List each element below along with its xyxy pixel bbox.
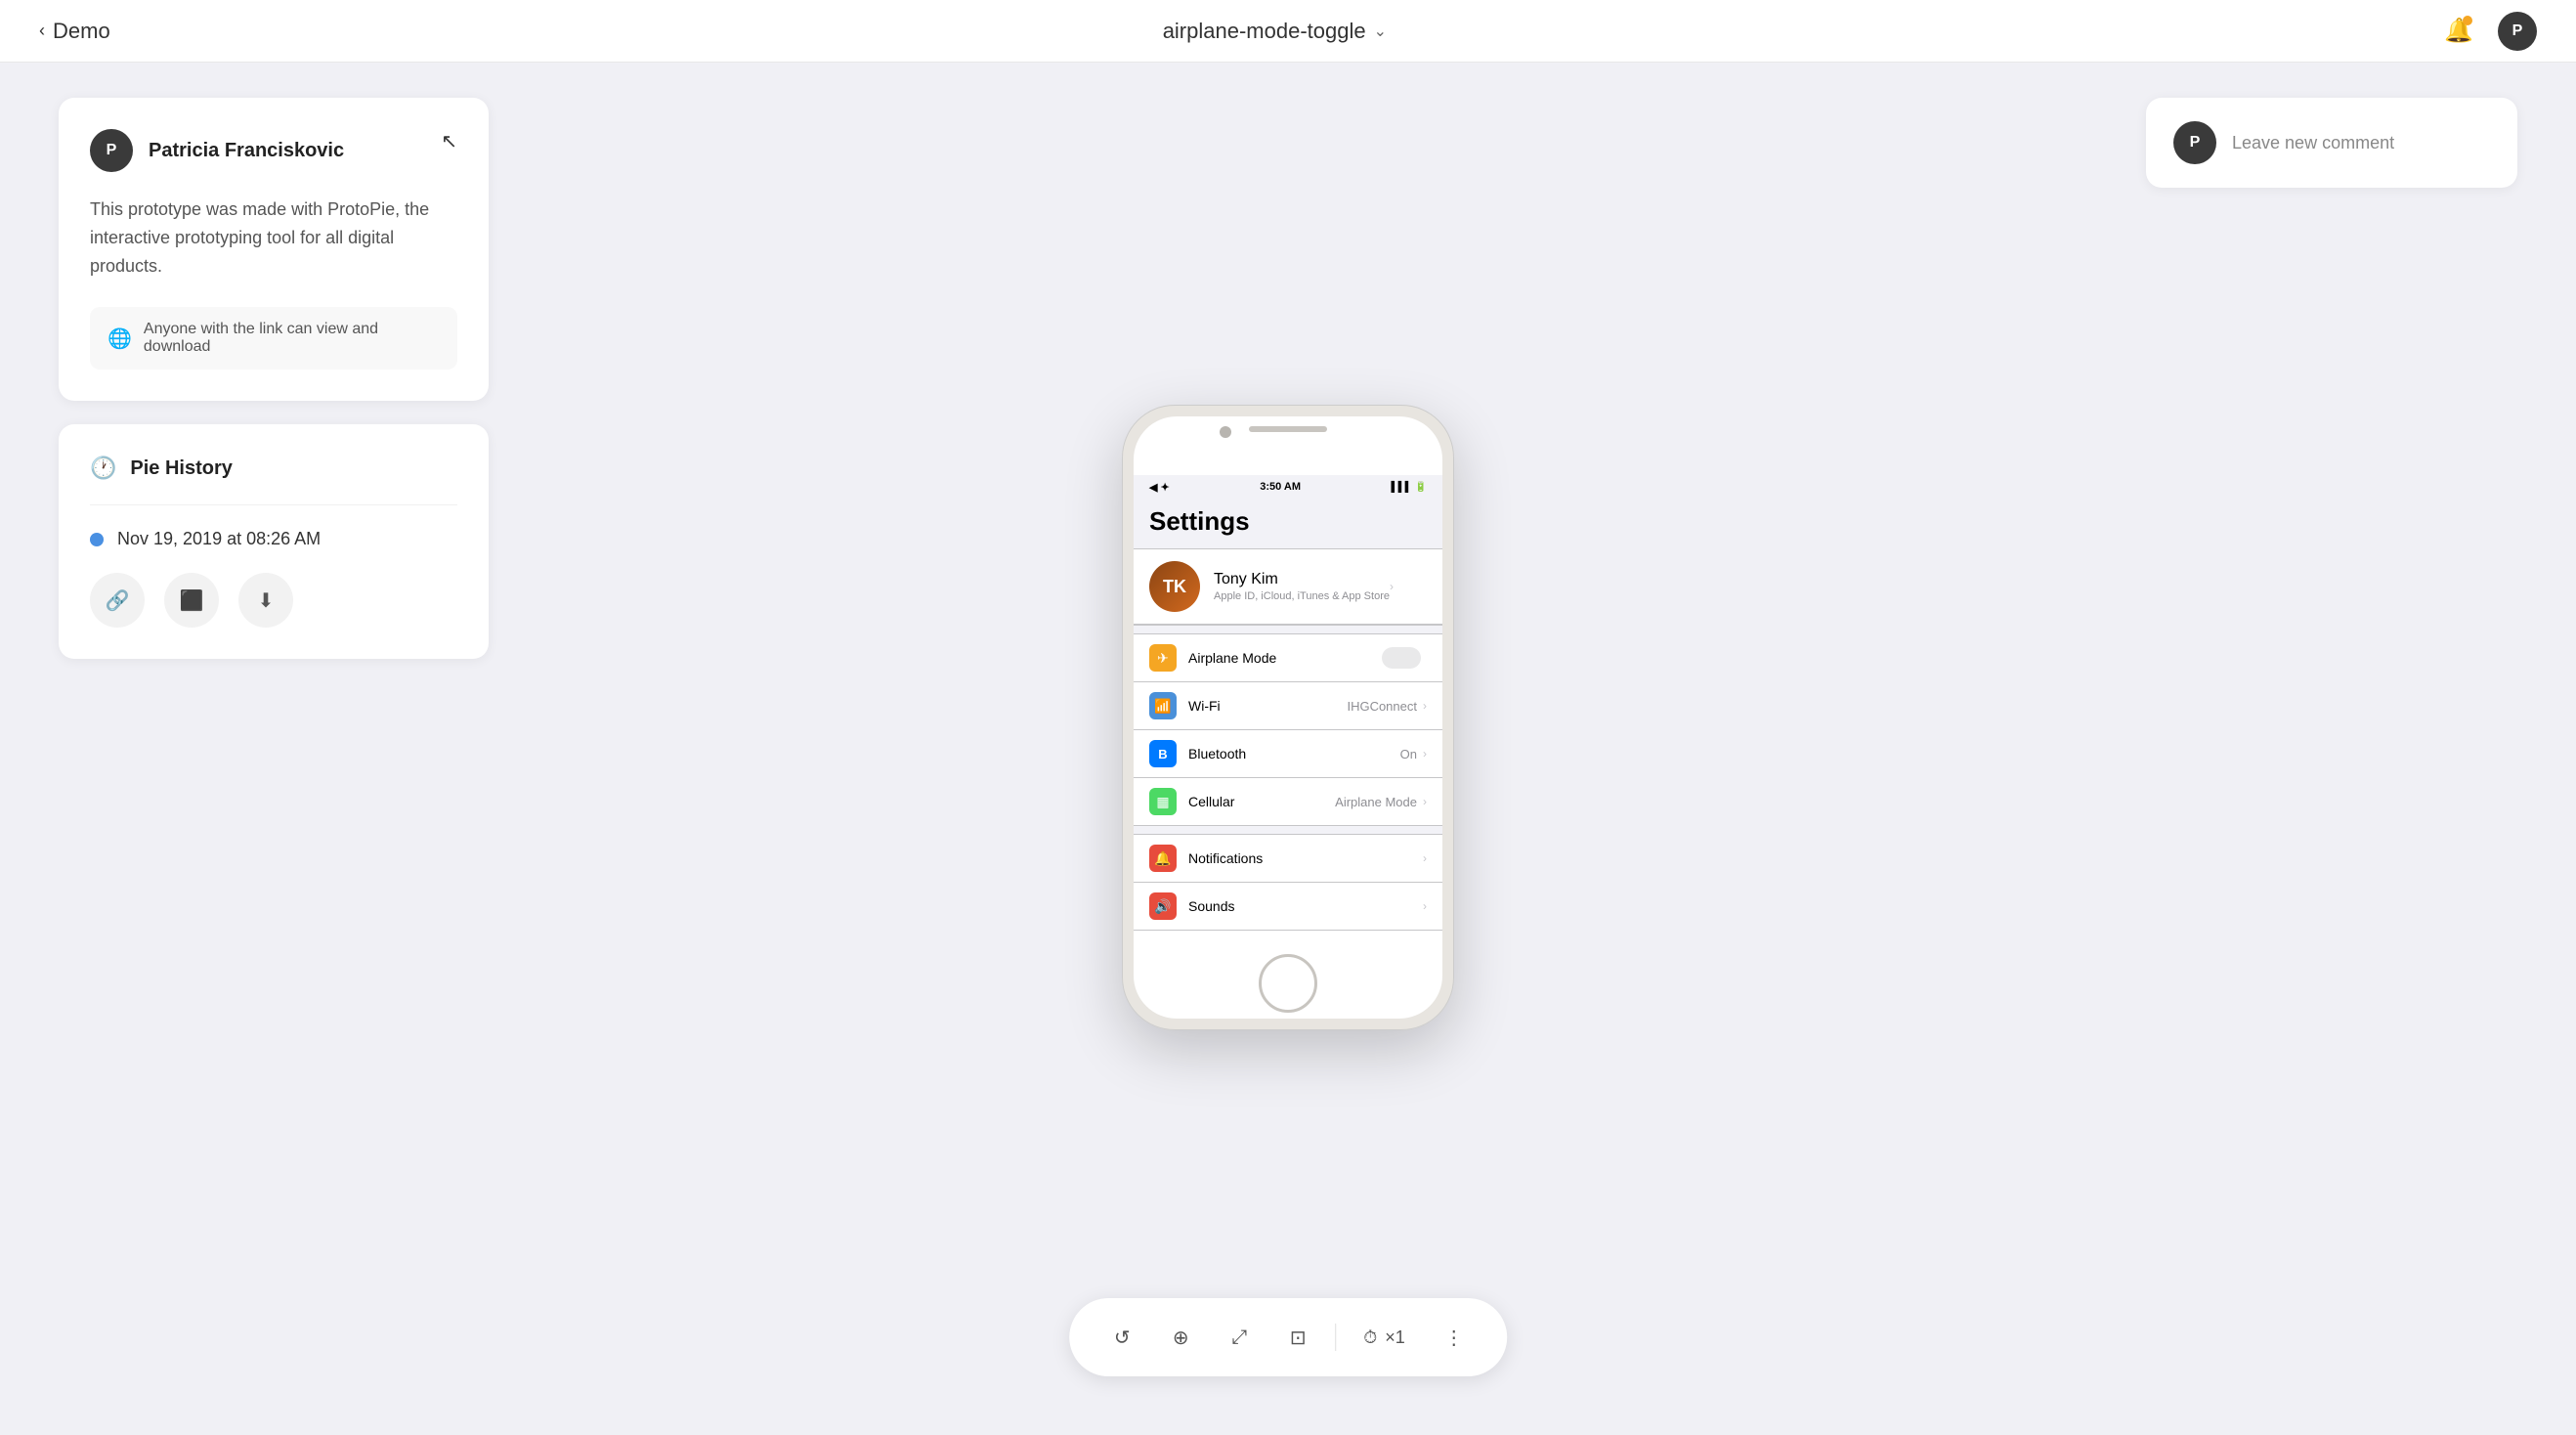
reset-button[interactable]: ↺ (1096, 1312, 1147, 1363)
history-icon: ⏱ (1363, 1327, 1377, 1348)
comment-label: Leave new comment (2232, 133, 2394, 153)
nav-back[interactable]: ‹ Demo (39, 19, 110, 44)
phone-home-button[interactable] (1259, 954, 1317, 1013)
comment-card[interactable]: P Leave new comment (2146, 98, 2517, 188)
copy-link-button[interactable]: 🔗 (90, 573, 145, 628)
cursor-icon: ↖ (441, 129, 457, 153)
nav-center: airplane-mode-toggle ⌄ (1163, 19, 1387, 44)
bottom-toolbar: ↺ ⊕ ⤢ ⊡ ⏱ ×1 ⋮ (1069, 1298, 1507, 1376)
more-button[interactable]: ⋮ (1429, 1312, 1480, 1363)
statusbar-right: ▌▌▌ 🔋 (1392, 482, 1427, 493)
history-date: Nov 19, 2019 at 08:26 AM (117, 529, 321, 549)
toolbar-divider (1335, 1324, 1336, 1351)
nav-right: 🔔 P (2439, 12, 2537, 51)
history-item: Nov 19, 2019 at 08:26 AM (90, 529, 457, 549)
history-icon: 🕐 (90, 456, 116, 481)
right-panel: P Leave new comment (2146, 98, 2517, 188)
title-dropdown-icon[interactable]: ⌄ (1374, 22, 1387, 41)
history-card: 🕐 Pie History Nov 19, 2019 at 08:26 AM 🔗… (59, 424, 489, 659)
ios-profile-section: TK Tony Kim Apple ID, iCloud, iTunes & A… (1134, 548, 1442, 626)
ios-screen: ◀ ✦ 3:50 AM ▌▌▌ 🔋 Settings TK Tony Kim A… (1134, 475, 1442, 931)
history-dot (90, 533, 104, 546)
cellular-value: Airplane Mode (1335, 795, 1417, 809)
cellular-icon: ▦ (1149, 788, 1177, 815)
ios-statusbar: ◀ ✦ 3:50 AM ▌▌▌ 🔋 (1134, 475, 1442, 499)
sounds-icon: 🔊 (1149, 892, 1177, 920)
history-title: Pie History (130, 457, 232, 480)
bluetooth-row[interactable]: B Bluetooth On › (1134, 730, 1442, 778)
qr-code-button[interactable]: ⬛ (164, 573, 219, 628)
history-count: ×1 (1385, 1327, 1405, 1348)
profile-avatar-ios: TK (1149, 561, 1200, 612)
user-avatar-button[interactable]: P (2498, 12, 2537, 51)
settings-title: Settings (1134, 499, 1442, 548)
record-button[interactable]: ⊡ (1272, 1312, 1323, 1363)
user-card: P Patricia Franciskovic ↖ This prototype… (59, 98, 489, 401)
bluetooth-icon: B (1149, 740, 1177, 767)
wifi-label: Wi-Fi (1188, 698, 1347, 714)
phone-speaker (1249, 426, 1327, 432)
airplane-label: Airplane Mode (1188, 650, 1382, 666)
history-actions: 🔗 ⬛ ⬇ (90, 573, 457, 628)
sounds-label: Sounds (1188, 898, 1423, 914)
wifi-row[interactable]: 📶 Wi-Fi IHGConnect › (1134, 682, 1442, 730)
left-panel: P Patricia Franciskovic ↖ This prototype… (59, 98, 489, 659)
share-text: Anyone with the link can view and downlo… (144, 321, 440, 356)
back-icon: ‹ (39, 21, 45, 41)
profile-row[interactable]: TK Tony Kim Apple ID, iCloud, iTunes & A… (1134, 549, 1442, 625)
profile-name-ios: Tony Kim (1214, 571, 1390, 588)
top-nav: ‹ Demo airplane-mode-toggle ⌄ 🔔 P (0, 0, 2576, 63)
notifications-chevron: › (1423, 851, 1427, 865)
wifi-icon: 📶 (1149, 692, 1177, 719)
bluetooth-label: Bluetooth (1188, 746, 1400, 761)
notification-button[interactable]: 🔔 (2439, 12, 2478, 51)
sounds-row[interactable]: 🔊 Sounds › (1134, 883, 1442, 931)
sounds-chevron: › (1423, 899, 1427, 913)
airplane-toggle[interactable] (1382, 647, 1421, 669)
cellular-row[interactable]: ▦ Cellular Airplane Mode › (1134, 778, 1442, 825)
prototype-title: airplane-mode-toggle (1163, 19, 1366, 44)
profile-chevron: › (1390, 580, 1394, 593)
ios-section-1: ✈ Airplane Mode 📶 Wi-Fi IHGConnect › B B… (1134, 633, 1442, 826)
notifications-icon: 🔔 (1149, 845, 1177, 872)
demo-label: Demo (53, 19, 110, 44)
zoom-in-button[interactable]: ⊕ (1155, 1312, 1206, 1363)
card-header: P Patricia Franciskovic (90, 129, 457, 172)
history-card-header: 🕐 Pie History (90, 456, 457, 505)
profile-sub-ios: Apple ID, iCloud, iTunes & App Store (1214, 590, 1390, 602)
globe-icon: 🌐 (107, 326, 132, 351)
wifi-chevron: › (1423, 699, 1427, 713)
phone-screen[interactable]: ◀ ✦ 3:50 AM ▌▌▌ 🔋 Settings TK Tony Kim A… (1134, 416, 1442, 1019)
airplane-mode-row[interactable]: ✈ Airplane Mode (1134, 634, 1442, 682)
user-avatar: P (90, 129, 133, 172)
profile-info-ios: Tony Kim Apple ID, iCloud, iTunes & App … (1214, 571, 1390, 602)
notification-badge (2463, 16, 2472, 25)
bluetooth-value: On (1400, 747, 1417, 761)
phone-camera (1220, 426, 1231, 438)
ios-section-2: 🔔 Notifications › 🔊 Sounds › 🌙 Do Not Di… (1134, 834, 1442, 931)
airplane-icon: ✈ (1149, 644, 1177, 672)
phone-container: ◀ ✦ 3:50 AM ▌▌▌ 🔋 Settings TK Tony Kim A… (1122, 405, 1454, 1030)
statusbar-time: 3:50 AM (1260, 481, 1301, 493)
bluetooth-chevron: › (1423, 747, 1427, 761)
download-button[interactable]: ⬇ (238, 573, 293, 628)
phone-outer: ◀ ✦ 3:50 AM ▌▌▌ 🔋 Settings TK Tony Kim A… (1122, 405, 1454, 1030)
history-button[interactable]: ⏱ ×1 (1348, 1320, 1421, 1356)
card-description: This prototype was made with ProtoPie, t… (90, 196, 457, 280)
notifications-row[interactable]: 🔔 Notifications › (1134, 835, 1442, 883)
cellular-label: Cellular (1188, 794, 1335, 809)
notifications-label: Notifications (1188, 850, 1423, 866)
comment-avatar: P (2173, 121, 2216, 164)
fit-button[interactable]: ⤢ (1214, 1312, 1265, 1363)
cellular-chevron: › (1423, 795, 1427, 808)
user-name: Patricia Franciskovic (149, 140, 344, 162)
wifi-value: IHGConnect (1347, 699, 1417, 714)
share-row[interactable]: 🌐 Anyone with the link can view and down… (90, 307, 457, 370)
statusbar-left: ◀ ✦ (1149, 481, 1170, 494)
